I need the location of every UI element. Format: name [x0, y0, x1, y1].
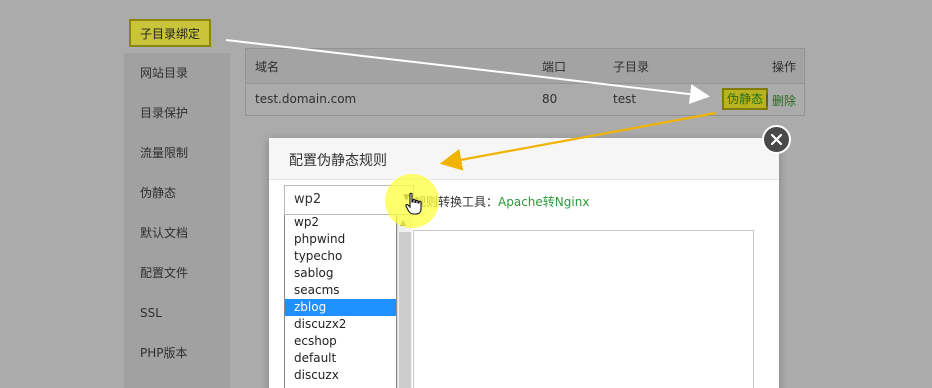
sidebar-item-directory-protection[interactable]: 目录保护	[140, 103, 188, 123]
link-separator: |	[765, 92, 770, 106]
header-operations: 操作	[772, 60, 797, 74]
rewrite-rules-textarea[interactable]	[413, 230, 754, 388]
sidebar-item-site-directory[interactable]: 网站目录	[140, 63, 188, 83]
sidebar-item-config-file[interactable]: 配置文件	[140, 263, 188, 283]
option-sablog[interactable]: sablog	[285, 265, 396, 282]
rewrite-button[interactable]: 伪静态	[722, 88, 769, 110]
select-current-value: wp2	[294, 192, 322, 207]
subdirectory-table: 域名 端口 子目录 操作 test.domain.com 80 test 伪静态…	[245, 48, 805, 116]
option-seacms[interactable]: seacms	[285, 282, 396, 299]
scrollbar-thumb[interactable]	[399, 232, 411, 388]
apache-to-nginx-link[interactable]: Apache转Nginx	[498, 195, 589, 209]
option-typecho[interactable]: typecho	[285, 248, 396, 265]
sidebar-item-ssl[interactable]: SSL	[140, 303, 162, 323]
page: 子目录绑定 网站目录 目录保护 流量限制 伪静态 默认文档 配置文件 SSL P…	[0, 0, 932, 388]
dropdown-scrollbar[interactable]: ▲	[397, 215, 412, 388]
header-domain: 域名	[255, 60, 280, 74]
sidebar-item-default-document[interactable]: 默认文档	[140, 223, 188, 243]
option-phpwind[interactable]: phpwind	[285, 231, 396, 248]
cell-subdirectory: test	[613, 92, 637, 106]
sidebar-menu: 网站目录 目录保护 流量限制 伪静态 默认文档 配置文件 SSL PHP版本	[124, 53, 230, 388]
conversion-tool-row: 规则转换工具：Apache转Nginx	[414, 193, 589, 210]
option-discuzx2[interactable]: discuzx2	[285, 316, 396, 333]
hand-pointer-icon	[405, 192, 422, 215]
tab-subdirectory-binding[interactable]: 子目录绑定	[129, 19, 211, 47]
header-port: 端口	[542, 60, 567, 74]
sidebar-item-php-version[interactable]: PHP版本	[140, 343, 188, 363]
dialog-close-button[interactable]	[762, 125, 791, 154]
sidebar-item-rewrite[interactable]: 伪静态	[140, 183, 176, 203]
option-wp2[interactable]: wp2	[285, 215, 396, 231]
cell-port: 80	[542, 92, 558, 106]
dialog-title: 配置伪静态规则	[289, 153, 387, 169]
tab-subdirectory-binding-label: 子目录绑定	[139, 26, 200, 41]
close-x-icon	[770, 133, 783, 146]
delete-link[interactable]: 删除	[772, 92, 796, 109]
header-subdirectory: 子目录	[613, 60, 650, 74]
rewrite-rules-dialog: 配置伪静态规则 wp2 ▼ 规则转换工具：Apache转Nginx wp2 ph…	[269, 138, 779, 388]
option-zblog[interactable]: zblog	[285, 299, 396, 316]
dialog-header: 配置伪静态规则	[269, 138, 779, 180]
option-discuzx[interactable]: discuzx	[285, 367, 396, 384]
cell-domain: test.domain.com	[255, 92, 357, 106]
option-default[interactable]: default	[285, 350, 396, 367]
rewrite-rule-dropdown-list: wp2 phpwind typecho sablog seacms zblog …	[284, 215, 397, 388]
table-header	[246, 49, 804, 84]
option-ecshop[interactable]: ecshop	[285, 333, 396, 350]
sidebar-item-traffic-limit[interactable]: 流量限制	[140, 143, 188, 163]
